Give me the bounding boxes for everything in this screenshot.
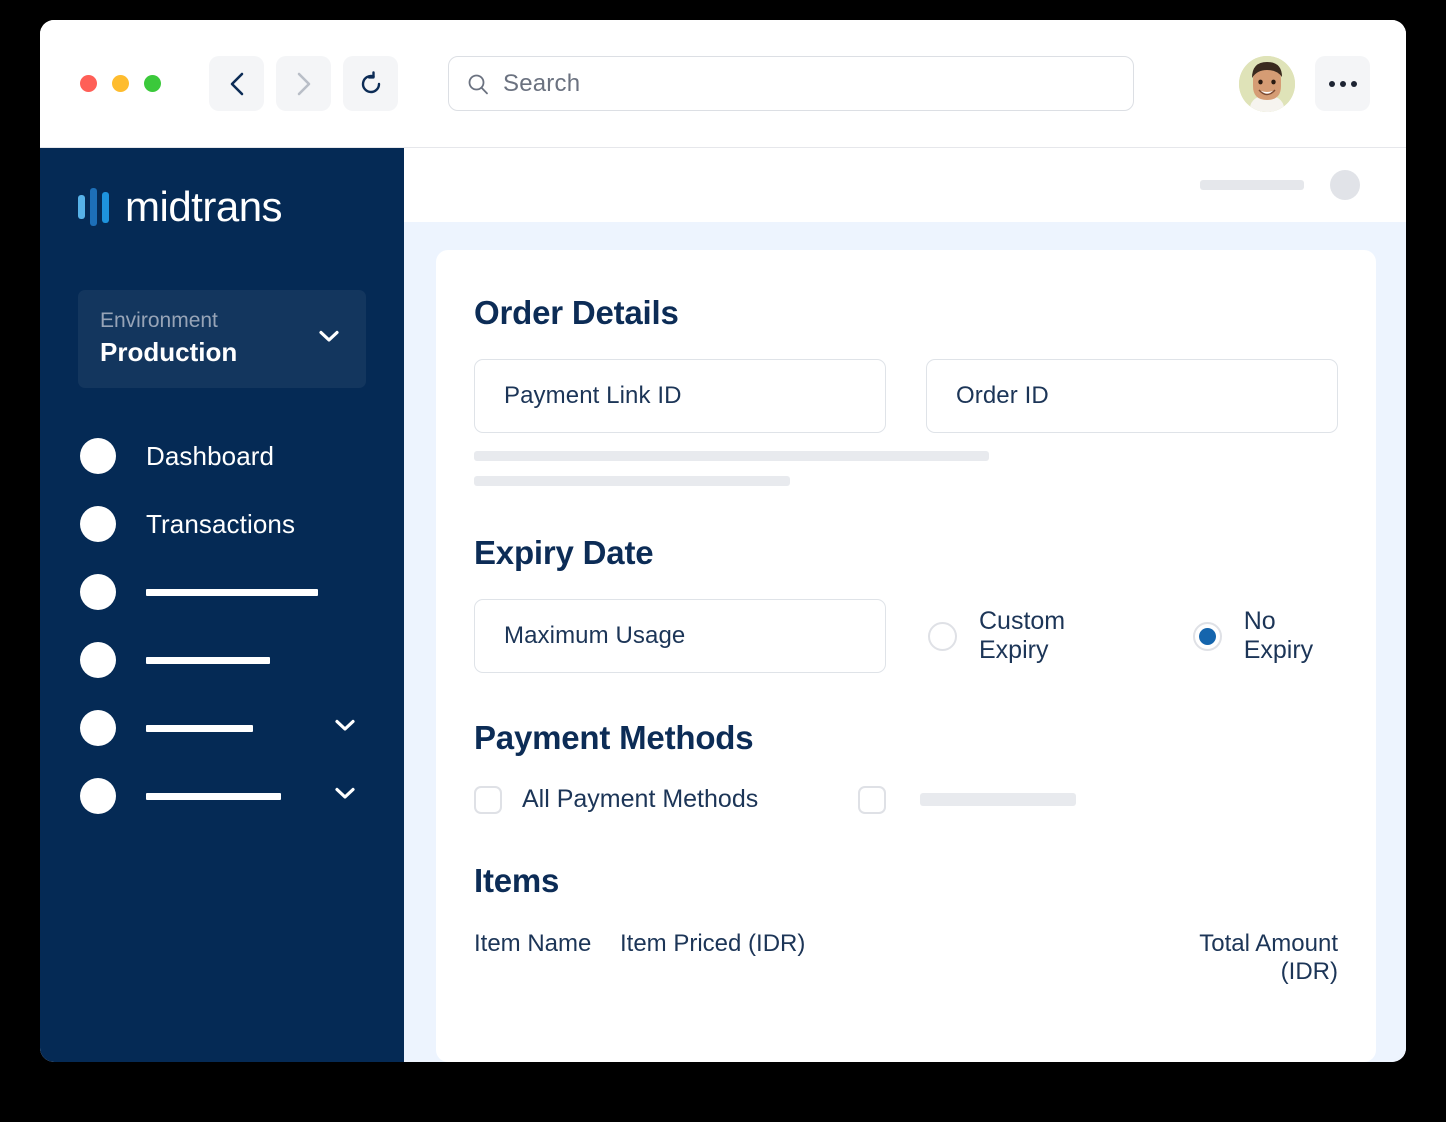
brand-name: midtrans	[125, 183, 282, 231]
radio-circle-selected-icon	[1193, 622, 1222, 651]
browser-chrome-right	[1239, 56, 1370, 112]
sidebar-item-skeleton	[146, 793, 281, 800]
column-header-item-name: Item Name	[474, 930, 620, 986]
bullet-icon	[80, 642, 116, 678]
chevron-down-icon[interactable]	[334, 719, 356, 738]
bullet-icon	[80, 778, 116, 814]
section-title-expiry-date: Expiry Date	[474, 534, 1338, 572]
topbar-avatar-placeholder[interactable]	[1330, 170, 1360, 200]
payment-link-id-label: Payment Link ID	[504, 382, 682, 410]
close-window-button[interactable]	[80, 75, 97, 92]
order-details-fields: Payment Link ID Order ID	[474, 359, 1338, 433]
items-table-header: Item Name Item Priced (IDR) Total Amount…	[474, 930, 1338, 986]
sidebar: midtrans Environment Production Dashboar…	[40, 148, 404, 1062]
avatar[interactable]	[1239, 56, 1295, 112]
window-traffic-lights	[80, 75, 161, 92]
brand-logo[interactable]: midtrans	[40, 170, 404, 244]
bullet-icon	[80, 710, 116, 746]
sidebar-item-dashboard[interactable]: Dashboard	[40, 422, 404, 490]
sidebar-item-skeleton	[146, 725, 253, 732]
topbar-skeleton	[1200, 180, 1304, 190]
browser-nav-buttons	[209, 56, 398, 111]
bullet-icon	[80, 506, 116, 542]
chevron-right-icon	[294, 71, 314, 97]
items-table: Item Name Item Priced (IDR) Total Amount…	[474, 930, 1338, 1032]
radio-circle-icon	[928, 622, 957, 651]
radio-label: No Expiry	[1244, 607, 1338, 665]
sidebar-item-placeholder-expandable[interactable]	[40, 762, 404, 830]
bullet-icon	[80, 438, 116, 474]
checkbox-icon	[474, 786, 502, 814]
maximize-window-button[interactable]	[144, 75, 161, 92]
checkbox-all-payment-methods[interactable]: All Payment Methods	[474, 785, 758, 814]
radio-no-expiry[interactable]: No Expiry	[1193, 607, 1338, 665]
payment-methods-section: Payment Methods All Payment Methods	[474, 719, 1338, 814]
sidebar-item-transactions[interactable]: Transactions	[40, 490, 404, 558]
midtrans-logo-icon	[78, 187, 109, 227]
sidebar-item-skeleton	[146, 589, 318, 596]
environment-selector[interactable]: Environment Production	[78, 290, 366, 388]
more-dot-icon	[1351, 81, 1357, 87]
column-header-total-amount: Total Amount (IDR)	[1148, 930, 1338, 986]
maximum-usage-field[interactable]: Maximum Usage	[474, 599, 886, 673]
expiry-date-section: Expiry Date Maximum Usage Custom Expiry	[474, 534, 1338, 673]
order-id-label: Order ID	[956, 382, 1049, 410]
more-dot-icon	[1329, 81, 1335, 87]
payment-link-id-field[interactable]: Payment Link ID	[474, 359, 886, 433]
checkbox-label-skeleton	[920, 793, 1076, 806]
avatar-photo-icon	[1239, 56, 1295, 112]
sidebar-item-placeholder-expandable[interactable]	[40, 694, 404, 762]
environment-label: Environment	[100, 307, 344, 334]
radio-label: Custom Expiry	[979, 607, 1123, 665]
search-icon	[467, 73, 489, 95]
sidebar-item-placeholder[interactable]	[40, 558, 404, 626]
section-title-items: Items	[474, 862, 1338, 900]
order-details-section: Order Details Payment Link ID Order ID	[474, 294, 1338, 486]
browser-more-button[interactable]	[1315, 56, 1370, 111]
section-title-payment-methods: Payment Methods	[474, 719, 1338, 757]
app-body: midtrans Environment Production Dashboar…	[40, 148, 1406, 1062]
payment-link-form-card: Order Details Payment Link ID Order ID	[436, 250, 1376, 1062]
chevron-left-icon	[227, 71, 247, 97]
back-button[interactable]	[209, 56, 264, 111]
chevron-down-icon[interactable]	[334, 787, 356, 806]
sidebar-nav: Dashboard Transactions	[40, 422, 404, 830]
reload-button[interactable]	[343, 56, 398, 111]
expiry-radio-group: Custom Expiry No Expiry	[928, 607, 1338, 665]
reload-icon	[358, 71, 384, 97]
order-id-field[interactable]: Order ID	[926, 359, 1338, 433]
sidebar-item-label: Dashboard	[146, 441, 274, 472]
search-input-placeholder: Search	[503, 70, 580, 98]
sidebar-item-label: Transactions	[146, 509, 295, 540]
column-header-blank	[856, 930, 1148, 986]
items-section: Items Item Name Item Priced (IDR) Total …	[474, 862, 1338, 1032]
sidebar-item-skeleton	[146, 657, 270, 664]
order-details-skeleton	[474, 476, 790, 486]
section-title-order-details: Order Details	[474, 294, 1338, 332]
radio-custom-expiry[interactable]: Custom Expiry	[928, 607, 1123, 665]
browser-window: Search	[40, 20, 1406, 1062]
bullet-icon	[80, 574, 116, 610]
expiry-controls: Maximum Usage Custom Expiry	[474, 599, 1338, 673]
sidebar-item-placeholder[interactable]	[40, 626, 404, 694]
checkbox-icon	[858, 786, 886, 814]
search-bar[interactable]: Search	[448, 56, 1134, 111]
app-topbar	[404, 148, 1406, 222]
main-content: Order Details Payment Link ID Order ID	[404, 148, 1406, 1062]
chevron-down-icon	[318, 330, 340, 349]
payment-methods-options: All Payment Methods	[474, 785, 1338, 814]
forward-button[interactable]	[276, 56, 331, 111]
order-details-skeleton	[474, 451, 989, 461]
maximum-usage-label: Maximum Usage	[504, 622, 685, 650]
more-dot-icon	[1340, 81, 1346, 87]
checkbox-placeholder[interactable]	[858, 786, 1076, 814]
column-header-item-priced: Item Priced (IDR)	[620, 930, 856, 986]
content-wrapper: Order Details Payment Link ID Order ID	[404, 222, 1406, 1062]
browser-chrome-bar: Search	[40, 20, 1406, 148]
checkbox-label: All Payment Methods	[522, 785, 758, 814]
minimize-window-button[interactable]	[112, 75, 129, 92]
environment-value: Production	[100, 337, 344, 368]
